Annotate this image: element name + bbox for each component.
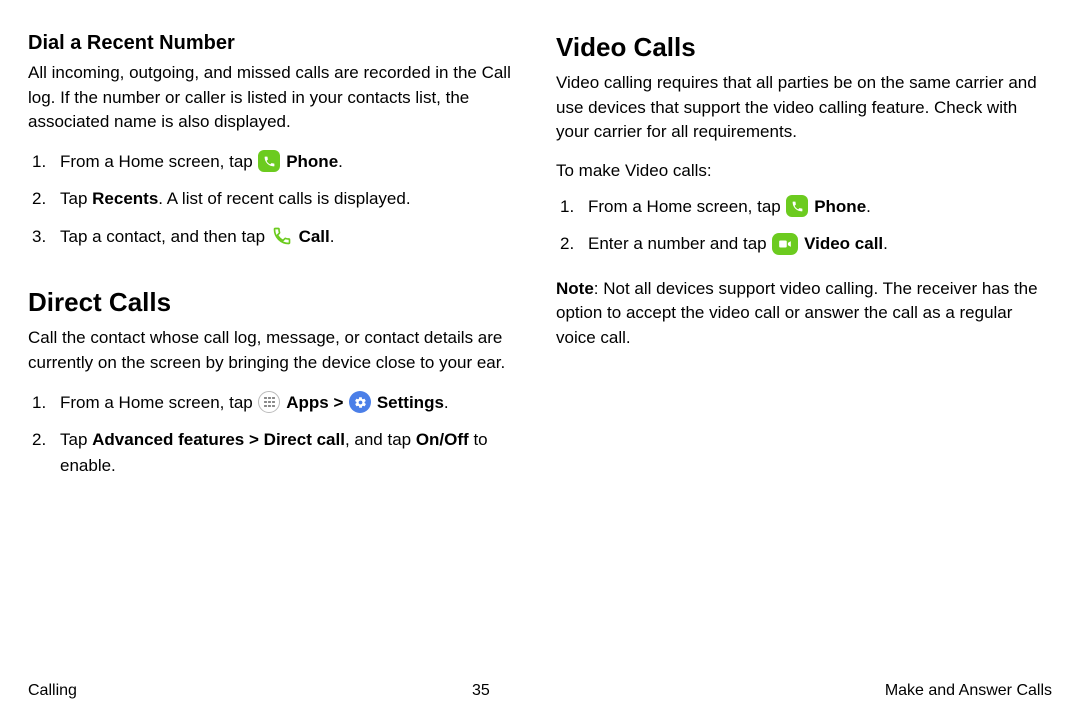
call-outline-icon bbox=[271, 225, 293, 247]
step-item: Enter a number and tap Video call. bbox=[556, 231, 1052, 257]
right-column: Video Calls Video calling requires that … bbox=[556, 32, 1052, 672]
heading-video-calls: Video Calls bbox=[556, 32, 1052, 63]
step-text: , and tap bbox=[345, 430, 416, 449]
footer-right: Make and Answer Calls bbox=[885, 682, 1052, 700]
direct-call-label: Direct call bbox=[264, 430, 345, 449]
paragraph-dial-recent: All incoming, outgoing, and missed calls… bbox=[28, 61, 524, 135]
call-label: Call bbox=[299, 227, 330, 246]
video-call-icon bbox=[772, 233, 798, 255]
footer-page-number: 35 bbox=[472, 682, 490, 700]
footer-left: Calling bbox=[28, 682, 77, 700]
paragraph-direct-calls: Call the contact whose call log, message… bbox=[28, 326, 524, 375]
step-text: From a Home screen, tap bbox=[60, 393, 257, 412]
page-footer: Calling 35 Make and Answer Calls bbox=[28, 682, 1052, 700]
apps-icon bbox=[258, 391, 280, 413]
step-item: Tap a contact, and then tap Call. bbox=[28, 224, 524, 250]
paragraph-video-calls: Video calling requires that all parties … bbox=[556, 71, 1052, 145]
recents-label: Recents bbox=[92, 189, 158, 208]
step-item: From a Home screen, tap Apps > Settings. bbox=[28, 390, 524, 416]
phone-label: Phone bbox=[814, 197, 866, 216]
left-column: Dial a Recent Number All incoming, outgo… bbox=[28, 32, 524, 672]
page-columns: Dial a Recent Number All incoming, outgo… bbox=[28, 32, 1052, 672]
step-item: Tap Advanced features > Direct call, and… bbox=[28, 427, 524, 478]
period: . bbox=[444, 393, 449, 412]
step-item: From a Home screen, tap Phone. bbox=[28, 149, 524, 175]
step-text: Tap bbox=[60, 189, 92, 208]
note-paragraph: Note: Not all devices support video call… bbox=[556, 277, 1052, 351]
step-text: Tap bbox=[60, 430, 92, 449]
paragraph-to-make: To make Video calls: bbox=[556, 159, 1052, 184]
step-text: . A list of recent calls is displayed. bbox=[158, 189, 410, 208]
heading-dial-recent: Dial a Recent Number bbox=[28, 32, 524, 55]
step-text: From a Home screen, tap bbox=[588, 197, 785, 216]
chevron-icon: > bbox=[249, 430, 259, 449]
advanced-features-label: Advanced features bbox=[92, 430, 244, 449]
settings-icon bbox=[349, 391, 371, 413]
period: . bbox=[883, 234, 888, 253]
steps-direct-calls: From a Home screen, tap Apps > Settings.… bbox=[28, 390, 524, 479]
steps-dial-recent: From a Home screen, tap Phone. Tap Recen… bbox=[28, 149, 524, 250]
onoff-label: On/Off bbox=[416, 430, 469, 449]
video-call-label: Video call bbox=[804, 234, 883, 253]
note-body: : Not all devices support video calling.… bbox=[556, 279, 1038, 347]
step-item: Tap Recents. A list of recent calls is d… bbox=[28, 186, 524, 212]
settings-label: Settings bbox=[377, 393, 444, 412]
phone-app-icon bbox=[258, 150, 280, 172]
phone-label: Phone bbox=[286, 152, 338, 171]
step-text: Enter a number and tap bbox=[588, 234, 771, 253]
chevron-icon: > bbox=[333, 393, 343, 412]
phone-app-icon bbox=[786, 195, 808, 217]
period: . bbox=[330, 227, 335, 246]
period: . bbox=[866, 197, 871, 216]
step-text: From a Home screen, tap bbox=[60, 152, 257, 171]
period: . bbox=[338, 152, 343, 171]
steps-video-calls: From a Home screen, tap Phone. Enter a n… bbox=[556, 194, 1052, 257]
apps-label: Apps bbox=[286, 393, 329, 412]
note-label: Note bbox=[556, 279, 594, 298]
step-item: From a Home screen, tap Phone. bbox=[556, 194, 1052, 220]
step-text: Tap a contact, and then tap bbox=[60, 227, 270, 246]
heading-direct-calls: Direct Calls bbox=[28, 287, 524, 318]
